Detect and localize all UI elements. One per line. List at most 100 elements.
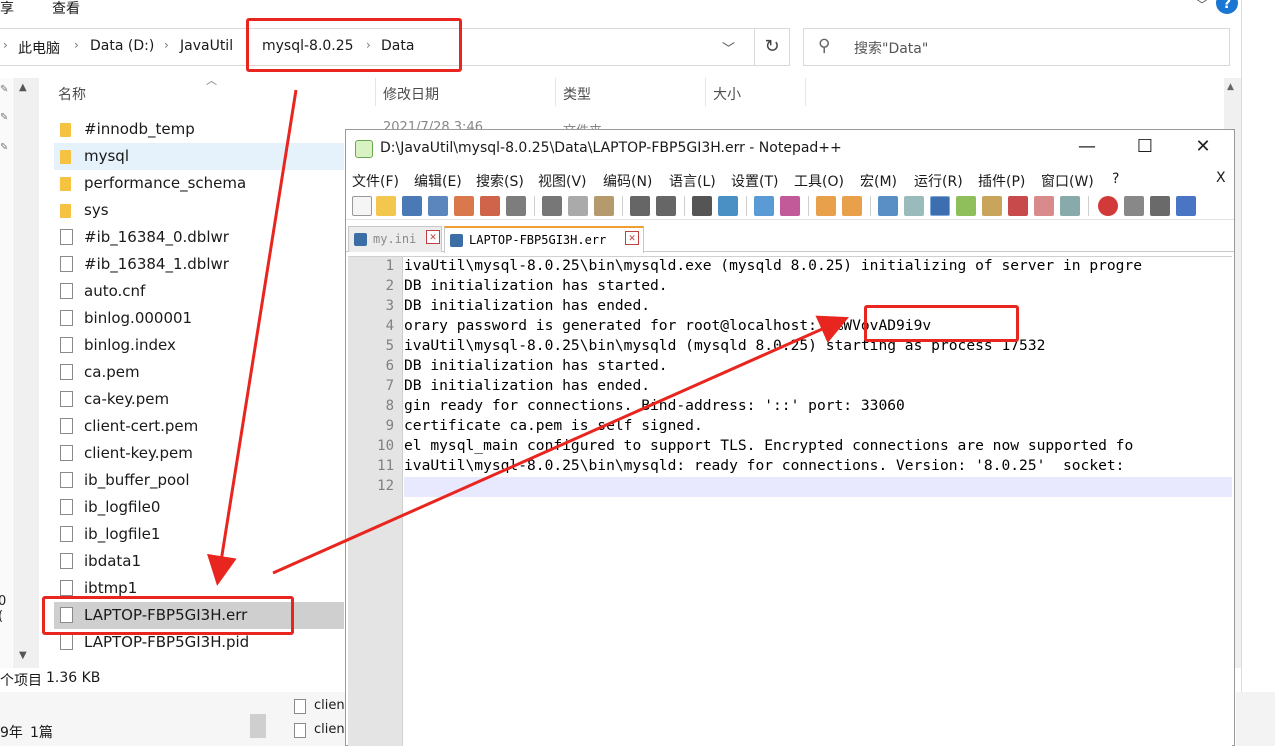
code-area[interactable]: ivaUtil\mysql-8.0.25\bin\mysqld.exe (mys… [404,257,1232,746]
menu-tools[interactable]: 工具(O) [794,171,844,191]
list-item[interactable]: ibdata1 [54,548,344,575]
column-divider[interactable] [805,78,806,106]
redo-icon[interactable] [656,196,676,216]
tab-laptop-err[interactable]: LAPTOP-FBP5GI3H.err ✕ [444,226,644,253]
list-item[interactable]: ca.pem [54,359,344,386]
maximize-icon[interactable]: ☐ [1122,136,1168,157]
new-file-icon[interactable] [352,196,372,216]
column-divider[interactable] [375,78,376,106]
menu-search[interactable]: 搜索(S) [476,171,524,191]
close-document-button[interactable]: X [1216,170,1226,186]
minimize-icon[interactable]: — [1064,136,1110,157]
menu-language[interactable]: 语言(L) [669,171,716,191]
zoom-in-icon[interactable] [754,196,774,216]
paste-icon[interactable] [594,196,614,216]
close-tab-icon[interactable]: ✕ [426,230,440,244]
close-icon[interactable]: ✕ [1180,136,1226,157]
save-all-icon[interactable] [428,196,448,216]
stop-macro-icon[interactable] [1124,196,1144,216]
title-bar[interactable]: D:\JavaUtil\mysql-8.0.25\Data\LAPTOP-FBP… [346,130,1234,168]
menu-settings[interactable]: 设置(T) [731,171,778,191]
close-file-icon[interactable] [454,196,474,216]
scroll-up-icon[interactable]: ▲ [19,82,27,93]
ribbon-tab-share[interactable]: 享 [0,0,14,18]
navigation-scrollbar[interactable]: ▲ ▼ [13,78,39,668]
breadcrumb-drive-d[interactable]: Data (D:) [90,38,154,54]
file-icon [60,499,73,515]
word-wrap-icon[interactable] [878,196,898,216]
menu-view[interactable]: 视图(V) [538,171,587,191]
column-name[interactable]: 名称 [58,84,86,104]
list-item[interactable]: client-cert.pem [54,413,344,440]
undo-icon[interactable] [630,196,650,216]
record-macro-icon[interactable] [1098,196,1118,216]
list-item[interactable]: binlog.index [54,332,344,359]
column-size[interactable]: 大小 [713,84,741,104]
print-icon[interactable] [506,196,526,216]
breadcrumb-javautil[interactable]: JavaUtil [180,38,233,54]
breadcrumb-this-pc[interactable]: 此电脑 [18,38,60,58]
refresh-icon[interactable]: ↻ [754,28,790,66]
doc-map-icon[interactable] [982,196,1002,216]
list-item[interactable]: #ib_16384_1.dblwr [54,251,344,278]
column-divider[interactable] [705,78,706,106]
list-item[interactable]: binlog.000001 [54,305,344,332]
function-list-icon[interactable] [1008,196,1028,216]
menu-macro[interactable]: 宏(M) [860,171,897,191]
scroll-up-icon[interactable]: ▲ [1227,82,1234,92]
list-item[interactable]: client-key.pem [54,440,344,467]
menu-edit[interactable]: 编辑(E) [414,171,462,191]
sync-horizontal-icon[interactable] [842,196,862,216]
folder-as-workspace-icon[interactable] [1034,196,1054,216]
column-header: ︿ 名称 修改日期 类型 大小 [40,74,820,106]
column-type[interactable]: 类型 [563,84,591,104]
indent-guide-icon[interactable] [930,196,950,216]
list-item[interactable]: ca-key.pem [54,386,344,413]
monitoring-icon[interactable] [1060,196,1080,216]
zoom-out-icon[interactable] [780,196,800,216]
code-line: ivaUtil\mysql-8.0.25\bin\mysqld: ready f… [404,457,1134,474]
file-icon [60,526,73,542]
list-item[interactable]: ib_logfile0 [54,494,344,521]
search-input[interactable]: ⚲ 搜索"Data" [803,28,1230,66]
replace-icon[interactable] [718,196,738,216]
help-icon[interactable]: ? [1216,0,1238,14]
toolbar-separator [746,196,747,216]
expand-ribbon-chevron-icon[interactable]: ﹀ [1196,0,1208,13]
list-item[interactable]: #innodb_temp [54,116,344,143]
address-dropdown-icon[interactable]: ﹀ [722,38,735,57]
save-icon[interactable] [402,196,422,216]
tab-my-ini[interactable]: my.ini ✕ [348,226,442,252]
play-macro-icon[interactable] [1150,196,1170,216]
line-number: 3 [385,298,394,314]
text-editor[interactable]: 1 2 3 4 5 6 7 8 9 10 11 12 ivaUtil\mysql… [348,256,1232,746]
column-divider[interactable] [555,78,556,106]
copy-icon[interactable] [568,196,588,216]
open-file-icon[interactable] [376,196,396,216]
run-macro-multiple-icon[interactable] [1176,196,1196,216]
menu-help[interactable]: ? [1112,171,1119,187]
column-modified[interactable]: 修改日期 [383,84,439,104]
sync-vertical-icon[interactable] [816,196,836,216]
menu-encoding[interactable]: 编码(N) [603,171,652,191]
find-icon[interactable] [692,196,712,216]
menu-file[interactable]: 文件(F) [352,171,399,191]
menu-plugins[interactable]: 插件(P) [978,171,1025,191]
list-item[interactable]: ib_logfile1 [54,521,344,548]
language-icon[interactable] [956,196,976,216]
list-item[interactable]: ib_buffer_pool [54,467,344,494]
toolbar-separator [534,196,535,216]
list-item[interactable]: mysql [54,143,344,170]
ribbon-tab-view[interactable]: 查看 [52,0,80,18]
close-all-icon[interactable] [480,196,500,216]
menu-window[interactable]: 窗口(W) [1041,171,1094,191]
list-item[interactable]: auto.cnf [54,278,344,305]
list-item[interactable]: #ib_16384_0.dblwr [54,224,344,251]
cut-icon[interactable] [542,196,562,216]
list-item[interactable]: sys [54,197,344,224]
scroll-down-icon[interactable]: ▼ [19,650,27,661]
menu-run[interactable]: 运行(R) [914,171,963,191]
show-all-chars-icon[interactable] [904,196,924,216]
list-item[interactable]: performance_schema [54,170,344,197]
close-tab-icon[interactable]: ✕ [625,231,639,245]
